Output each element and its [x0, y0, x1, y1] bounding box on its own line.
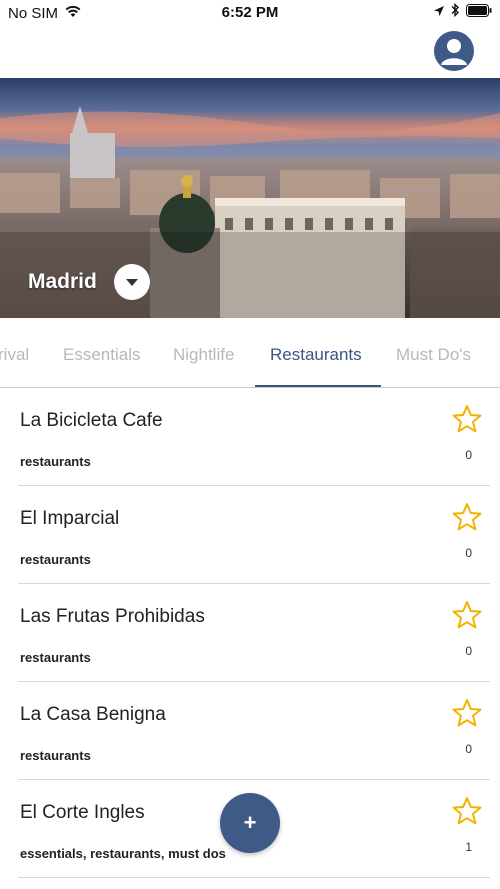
bluetooth-icon	[451, 2, 460, 21]
star-icon[interactable]	[452, 698, 482, 728]
status-time: 6:52 PM	[221, 4, 279, 21]
category-tabs: rival Essentials Nightlife Restaurants M…	[0, 318, 500, 388]
list-item[interactable]: Las Frutas Prohibidas restaurants 0	[18, 584, 490, 682]
place-tags: restaurants	[20, 552, 91, 567]
city-hero-image: Madrid	[0, 78, 500, 318]
place-name: El Corte Ingles	[20, 802, 145, 823]
star-icon[interactable]	[452, 796, 482, 826]
place-name: Las Frutas Prohibidas	[20, 606, 205, 627]
favorite-count: 0	[465, 546, 472, 560]
status-right	[433, 2, 492, 21]
place-name: La Bicicleta Cafe	[20, 410, 163, 431]
place-tags: restaurants	[20, 454, 91, 469]
place-tags: restaurants	[20, 748, 91, 763]
list-item[interactable]: El Imparcial restaurants 0	[18, 486, 490, 584]
favorite-count: 1	[465, 840, 472, 854]
list-item[interactable]: La Bicicleta Cafe restaurants 0	[18, 388, 490, 486]
favorite-count: 0	[465, 448, 472, 462]
place-tags: restaurants	[20, 650, 91, 665]
caret-down-icon[interactable]	[114, 264, 150, 300]
city-name: Madrid	[28, 270, 97, 293]
place-name: El Imparcial	[20, 508, 120, 529]
tab-essentials[interactable]: Essentials	[63, 345, 140, 365]
favorite-count: 0	[465, 742, 472, 756]
user-profile-icon[interactable]	[434, 31, 474, 71]
tab-restaurants[interactable]: Restaurants	[270, 345, 362, 365]
tab-must-dos[interactable]: Must Do's	[396, 345, 471, 365]
add-place-button[interactable]: +	[220, 793, 280, 853]
list-item[interactable]: La Casa Benigna restaurants 0	[18, 682, 490, 780]
location-arrow-icon	[433, 4, 445, 21]
star-icon[interactable]	[452, 404, 482, 434]
place-name: La Casa Benigna	[20, 704, 166, 725]
star-icon[interactable]	[452, 502, 482, 532]
status-bar: No SIM 6:52 PM	[0, 0, 500, 26]
tab-arrival[interactable]: rival	[0, 345, 29, 365]
app-header	[0, 26, 500, 78]
star-icon[interactable]	[452, 600, 482, 630]
tab-nightlife[interactable]: Nightlife	[173, 345, 234, 365]
battery-icon	[466, 3, 492, 21]
favorite-count: 0	[465, 644, 472, 658]
place-tags: essentials, restaurants, must dos	[20, 846, 226, 861]
